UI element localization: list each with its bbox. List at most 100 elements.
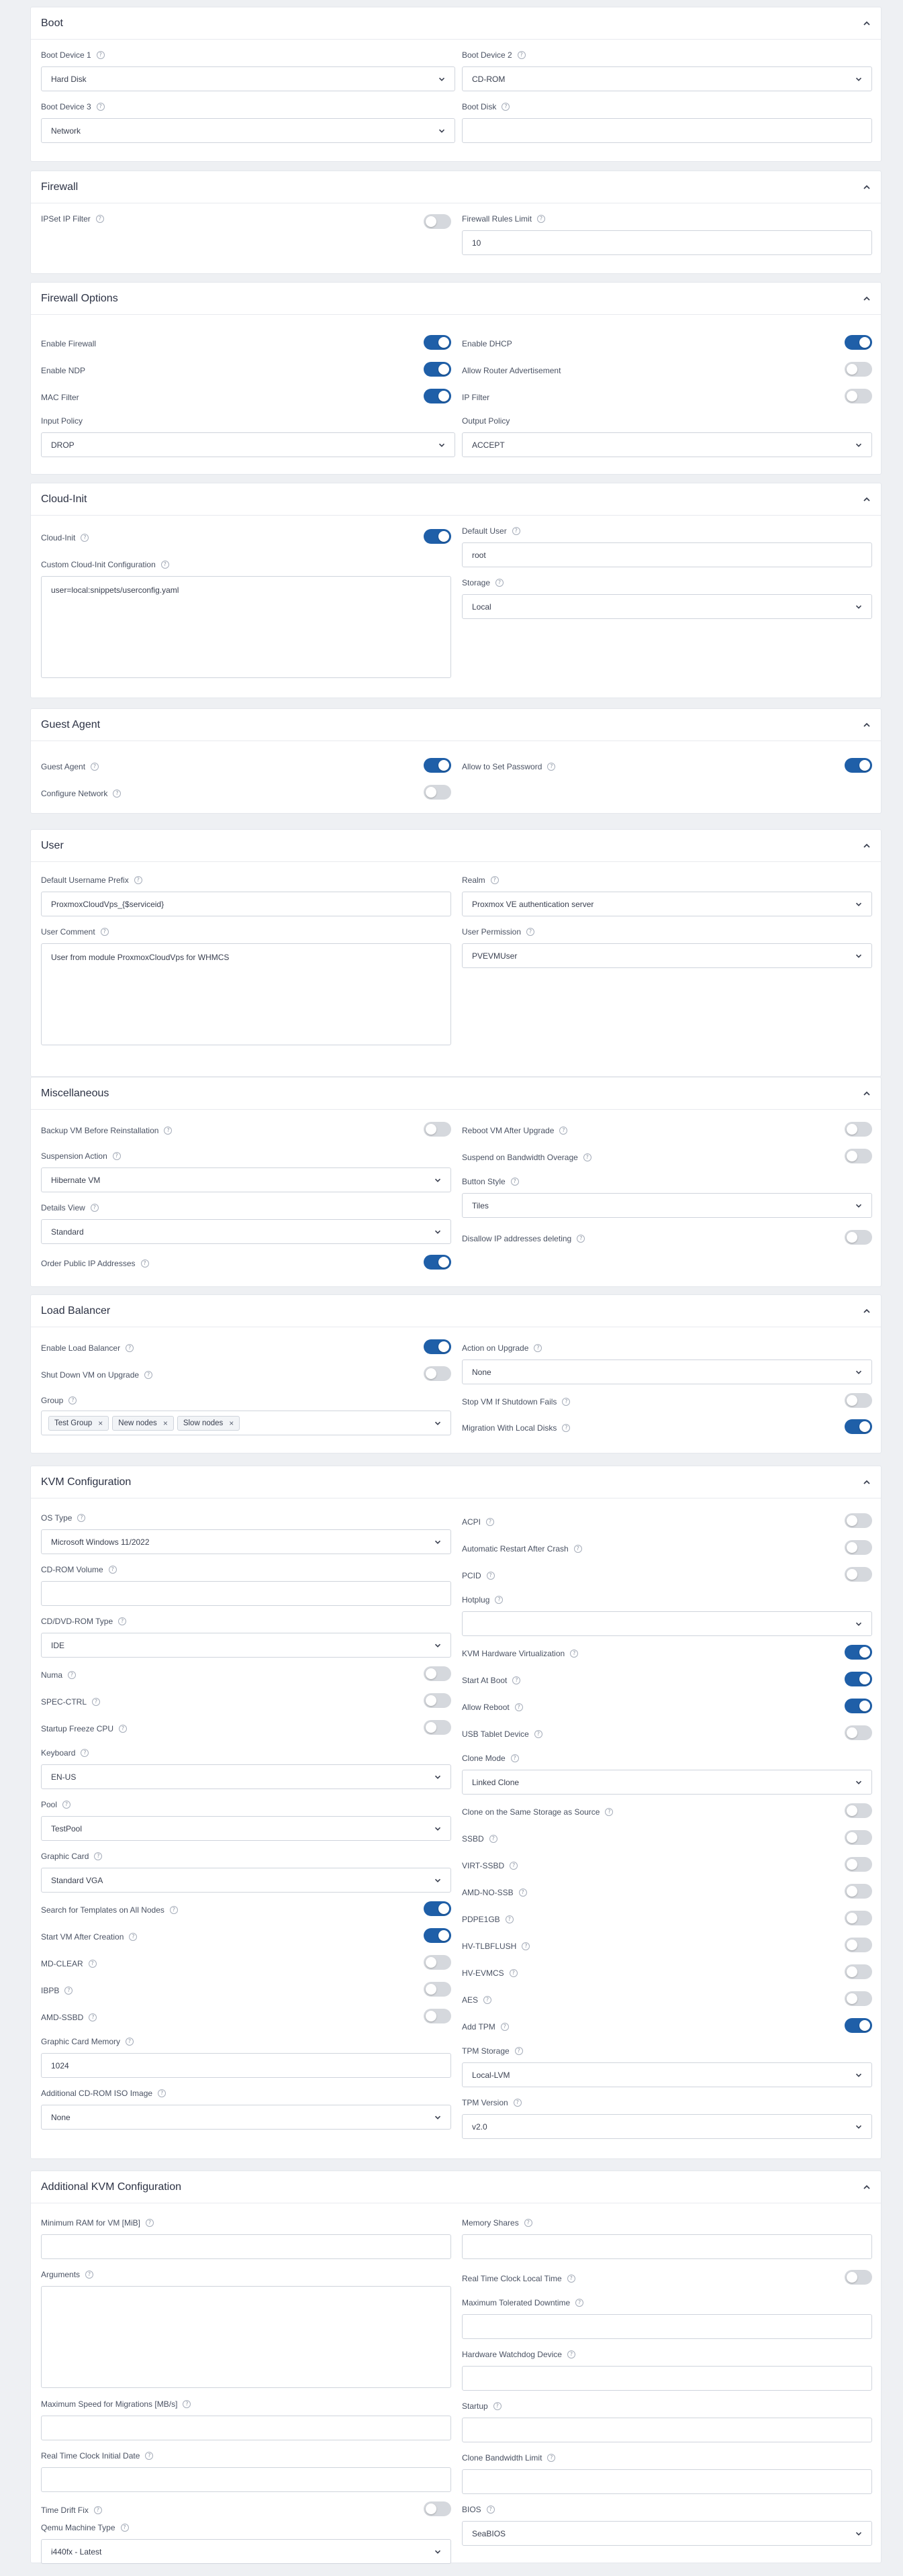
help-icon[interactable]: ? [94,1852,103,1860]
chevron-down-icon[interactable] [434,1825,441,1832]
suspension-action-select[interactable]: Hibernate VM [41,1167,451,1192]
configure-network-toggle[interactable] [424,785,451,800]
help-icon[interactable]: ? [96,51,105,59]
boot-disk-input[interactable] [462,118,872,143]
panel-header[interactable]: Miscellaneous [31,1078,881,1110]
cd-dvd-rom-type-select[interactable]: IDE [41,1633,451,1658]
panel-header[interactable]: Guest Agent [31,709,881,741]
stop-vm-toggle[interactable] [845,1393,872,1408]
bios-select[interactable]: SeaBIOS [462,2521,872,2546]
help-icon[interactable]: ? [559,1127,568,1135]
chevron-down-icon[interactable] [434,1877,441,1884]
boot-device-3-select[interactable]: Network [41,118,455,143]
chevron-down-icon[interactable] [855,2124,862,2130]
hv-tlbflush-toggle[interactable] [845,1938,872,1952]
help-icon[interactable]: ? [605,1808,614,1816]
help-icon[interactable]: ? [158,2089,167,2097]
max-downtime-input[interactable] [462,2314,872,2339]
pool-select[interactable]: TestPool [41,1816,451,1841]
spec-ctrl-toggle[interactable] [424,1693,451,1708]
chevron-up-icon[interactable] [863,1090,871,1098]
search-templates-toggle[interactable] [424,1901,451,1916]
help-icon[interactable]: ? [562,1424,571,1432]
help-icon[interactable]: ? [146,2219,154,2227]
help-icon[interactable]: ? [126,1344,134,1352]
graphic-card-memory-input[interactable]: 1024 [41,2053,451,2078]
pdpe1gb-toggle[interactable] [845,1911,872,1925]
help-icon[interactable]: ? [502,103,510,111]
help-icon[interactable]: ? [486,2506,495,2514]
help-icon[interactable]: ? [96,103,105,111]
help-icon[interactable]: ? [573,1545,582,1553]
help-icon[interactable]: ? [522,1942,530,1950]
graphic-card-select[interactable]: Standard VGA [41,1868,451,1893]
chevron-down-icon[interactable] [855,1779,862,1786]
migration-speed-input[interactable] [41,2416,451,2440]
amd-ssbd-toggle[interactable] [424,2009,451,2023]
chevron-down-icon[interactable] [434,2548,441,2555]
add-tpm-toggle[interactable] [845,2018,872,2033]
help-icon[interactable]: ? [164,1127,173,1135]
help-icon[interactable]: ? [534,1344,542,1352]
help-icon[interactable]: ? [489,1835,497,1843]
panel-header[interactable]: KVM Configuration [31,1466,881,1498]
help-icon[interactable]: ? [495,1596,504,1604]
chevron-up-icon[interactable] [863,295,871,303]
help-icon[interactable]: ? [510,1754,519,1762]
hv-evmcs-toggle[interactable] [845,1964,872,1979]
help-icon[interactable]: ? [90,1204,99,1212]
time-drift-fix-toggle[interactable] [424,2501,451,2516]
amd-no-ssb-toggle[interactable] [845,1884,872,1899]
chevron-down-icon[interactable] [855,1202,862,1209]
clone-mode-select[interactable]: Linked Clone [462,1770,872,1795]
help-icon[interactable]: ? [169,1906,178,1914]
chevron-up-icon[interactable] [863,495,871,504]
shutdown-on-upgrade-toggle[interactable] [424,1366,451,1381]
rtc-initial-date-input[interactable] [41,2467,451,2492]
allow-set-password-toggle[interactable] [845,758,872,773]
realm-select[interactable]: Proxmox VE authentication server [462,892,872,916]
help-icon[interactable]: ? [92,1698,101,1706]
ibpb-toggle[interactable] [424,1982,451,1997]
numa-toggle[interactable] [424,1666,451,1681]
help-icon[interactable]: ? [510,1178,519,1186]
chevron-up-icon[interactable] [863,2183,871,2191]
clone-bandwidth-input[interactable] [462,2469,872,2494]
output-policy-select[interactable]: ACCEPT [462,432,872,457]
help-icon[interactable]: ? [537,215,546,223]
start-at-boot-toggle[interactable] [845,1672,872,1686]
rtc-local-time-toggle[interactable] [845,2270,872,2285]
mac-filter-toggle[interactable] [424,389,451,403]
panel-header[interactable]: Load Balancer [31,1295,881,1327]
kvm-hw-virtualization-toggle[interactable] [845,1645,872,1660]
help-icon[interactable]: ? [91,763,99,771]
aes-toggle[interactable] [845,1991,872,2006]
remove-icon[interactable]: × [163,1419,168,1428]
firewall-rules-limit-input[interactable]: 10 [462,230,872,255]
chevron-up-icon[interactable] [863,19,871,28]
help-icon[interactable]: ? [160,561,169,569]
help-icon[interactable]: ? [88,1960,97,1968]
remove-icon[interactable]: × [229,1419,234,1428]
help-icon[interactable]: ? [120,2524,129,2532]
panel-header[interactable]: Firewall [31,171,881,203]
chevron-down-icon[interactable] [855,76,862,83]
start-vm-after-creation-toggle[interactable] [424,1928,451,1943]
ip-filter-toggle[interactable] [845,389,872,403]
custom-cloud-init-config-textarea[interactable]: user=local:snippets/userconfig.yaml [41,576,451,678]
disallow-ip-delete-toggle[interactable] [845,1230,872,1245]
clone-same-storage-toggle[interactable] [845,1803,872,1818]
chevron-down-icon[interactable] [434,1539,441,1545]
chevron-down-icon[interactable] [434,2114,441,2121]
help-icon[interactable]: ? [512,527,520,535]
reboot-vm-toggle[interactable] [845,1122,872,1137]
help-icon[interactable]: ? [113,790,122,798]
help-icon[interactable]: ? [68,1671,77,1679]
help-icon[interactable]: ? [518,1889,527,1897]
allow-reboot-toggle[interactable] [845,1699,872,1713]
auto-restart-toggle[interactable] [845,1540,872,1555]
help-icon[interactable]: ? [140,1259,149,1268]
panel-header[interactable]: Additional KVM Configuration [31,2171,881,2203]
help-icon[interactable]: ? [486,1518,495,1526]
watchdog-input[interactable] [462,2366,872,2391]
